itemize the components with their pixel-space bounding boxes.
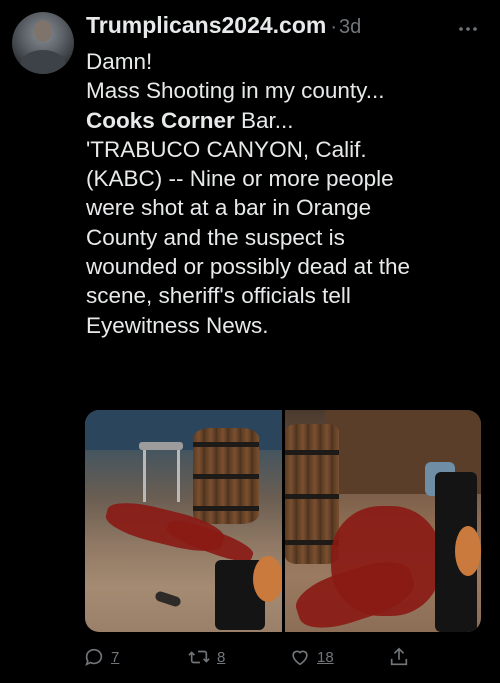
reply-count: 7	[111, 648, 120, 666]
timestamp[interactable]: 3d	[339, 16, 361, 39]
barrel-hoop	[193, 442, 259, 447]
chair-seat	[454, 526, 481, 576]
avatar[interactable]	[12, 12, 74, 74]
like-button[interactable]: 18	[289, 646, 334, 668]
stool-seat	[139, 442, 183, 450]
barrel-hoop	[193, 506, 259, 511]
tweet-line: scene, sheriff's officials tell	[86, 283, 351, 309]
tweet-line: (KABC) -- Nine or more people	[86, 166, 394, 192]
bar-suffix: Bar...	[234, 107, 294, 133]
like-count: 18	[317, 648, 334, 666]
tweet-media	[85, 410, 481, 632]
tweet-line: were shot at a bar in Orange	[86, 195, 372, 221]
crime-scene-photo-left[interactable]	[85, 410, 282, 632]
header-separator: ·	[330, 16, 338, 38]
barrel-hoop	[193, 474, 259, 479]
retweet-button[interactable]: 8	[187, 646, 225, 668]
share-button[interactable]	[388, 646, 410, 668]
crime-scene-photo-right[interactable]	[284, 410, 481, 632]
barrel-hoop	[284, 450, 339, 455]
tweet-header: Trumplicans2024.com · 3d	[86, 12, 361, 42]
tweet-line: Mass Shooting in my county...	[86, 78, 385, 104]
barrel	[284, 424, 339, 564]
tweet-line: wounded or possibly dead at the	[86, 254, 410, 280]
tweet-line: Eyewitness News.	[86, 312, 269, 338]
action-bar: 7 8 18	[0, 646, 500, 674]
barrel	[193, 428, 259, 524]
avatar-head	[34, 20, 52, 42]
barrel-hoop	[284, 494, 339, 499]
tweet-line: County and the suspect is	[86, 224, 345, 250]
tweet-line-bar: Cooks Corner Bar...	[86, 106, 486, 135]
share-icon	[388, 646, 410, 668]
chair-seat	[253, 556, 282, 602]
retweet-count: 8	[217, 648, 226, 666]
reply-button[interactable]: 7	[83, 646, 119, 668]
retweet-icon	[187, 646, 211, 668]
more-icon[interactable]	[458, 16, 478, 37]
stool-leg	[143, 450, 146, 502]
heart-icon	[289, 646, 311, 668]
stool-leg	[177, 450, 180, 502]
tweet-line: 'TRABUCO CANYON, Calif.	[86, 136, 367, 162]
bar-name-bold: Cooks Corner	[86, 107, 235, 133]
sandal	[154, 590, 182, 608]
tweet-line: Damn!	[86, 49, 153, 74]
avatar-shoulders	[20, 50, 66, 74]
reply-icon	[83, 646, 105, 668]
barrel-hoop	[284, 540, 339, 545]
tweet-text: Damn! Mass Shooting in my county... Cook…	[86, 47, 486, 340]
author-handle[interactable]: Trumplicans2024.com	[86, 12, 326, 39]
